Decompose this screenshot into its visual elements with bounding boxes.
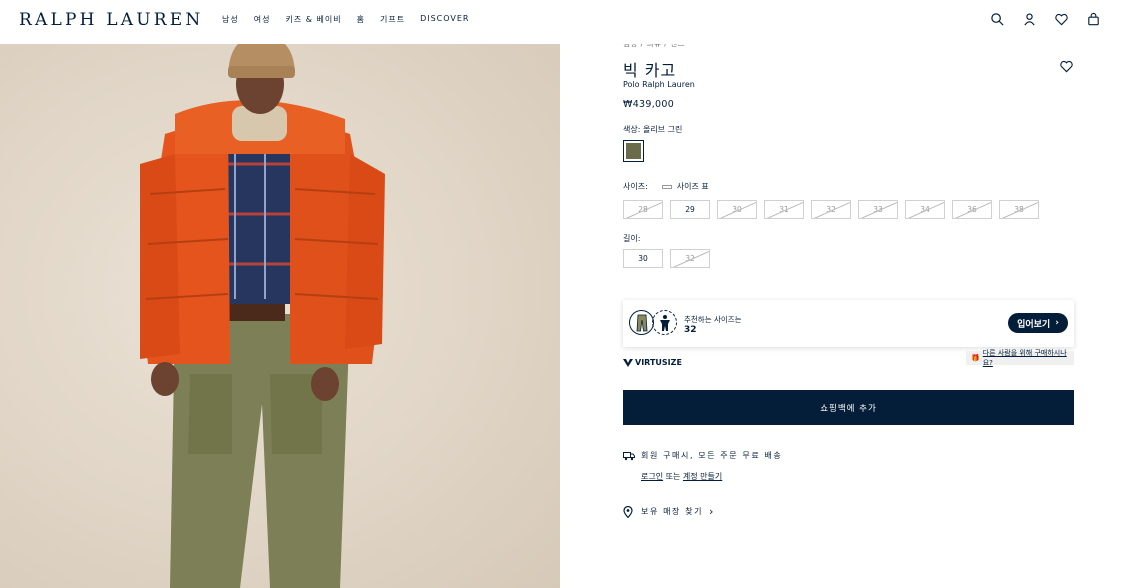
location-pin-icon [623, 505, 633, 518]
pants-icon [629, 310, 654, 335]
find-store-link[interactable]: 보유 매장 찾기 › [623, 505, 715, 518]
account-icon[interactable] [1022, 12, 1037, 27]
try-on-button[interactable]: 입어보기 › [1008, 313, 1068, 333]
gift-icon: 🎁 [971, 354, 980, 362]
try-on-label: 입어보기 [1017, 319, 1051, 330]
nav-item-discover[interactable]: DISCOVER [420, 14, 469, 25]
gift-purchase-link[interactable]: 🎁 다른 사람을 위해 구매하시나요? [966, 349, 1074, 367]
length-options: 30 32 [623, 249, 710, 268]
shipping-info: 회원 구매시, 모든 주문 무료 배송 [623, 450, 782, 461]
find-store-text: 보유 매장 찾기 [641, 507, 704, 516]
size-option[interactable]: 32 [811, 200, 851, 219]
virtusize-widget[interactable]: 추천하는 사이즈는 32 입어보기 › [623, 300, 1074, 347]
gift-purchase-text: 다른 사람을 위해 구매하시나요? [982, 349, 1067, 367]
size-option[interactable]: 29 [670, 200, 710, 219]
shipping-text: 회원 구매시, 모든 주문 무료 배송 [641, 451, 783, 460]
login-link[interactable]: 로그인 [641, 472, 663, 481]
chevron-right-icon: › [1055, 318, 1059, 328]
nav-item-gifts[interactable]: 기프트 [380, 14, 405, 25]
size-option[interactable]: 28 [623, 200, 663, 219]
header-icons [990, 12, 1101, 27]
length-option[interactable]: 32 [670, 249, 710, 268]
add-to-bag-button[interactable]: 쇼핑백에 추가 [623, 390, 1074, 425]
or-text: 또는 [665, 472, 681, 481]
virtusize-brand: VIRTUSIZE [635, 358, 682, 367]
truck-icon [623, 451, 635, 460]
nav-item-men[interactable]: 남성 [222, 14, 239, 25]
length-label: 길이: [623, 234, 641, 243]
size-chart-link[interactable]: 사이즈 표 [677, 181, 709, 192]
size-option[interactable]: 31 [764, 200, 804, 219]
product-brand: Polo Ralph Lauren [623, 80, 695, 89]
color-swatch-olive[interactable] [623, 140, 644, 162]
brand-logo[interactable]: RALPH LAUREN [19, 10, 203, 30]
recommend-size: 32 [684, 325, 697, 335]
login-prompt: 로그인 또는 계정 만들기 [641, 471, 722, 482]
product-image[interactable] [0, 44, 560, 588]
chevron-right-icon: › [709, 505, 716, 518]
body-icon [652, 310, 677, 335]
nav-item-home[interactable]: 홈 [357, 14, 365, 25]
nav-item-kids-baby[interactable]: 키즈 & 베이비 [285, 14, 341, 25]
shopping-bag-icon[interactable] [1086, 12, 1101, 27]
main-nav: 남성 여성 키즈 & 베이비 홈 기프트 DISCOVER [222, 14, 485, 25]
virtusize-icons [629, 310, 677, 335]
virtusize-logo: VIRTUSIZE [623, 358, 682, 367]
model-illustration [140, 44, 385, 588]
search-icon[interactable] [990, 12, 1005, 27]
virtusize-mark-icon [623, 358, 633, 367]
site-header: RALPH LAUREN 남성 여성 키즈 & 베이비 홈 기프트 DISCOV… [0, 0, 1125, 44]
recommend-text: 추천하는 사이즈는 [684, 315, 742, 324]
nav-item-women[interactable]: 여성 [254, 14, 271, 25]
size-label: 사이즈: [623, 182, 648, 191]
size-option[interactable]: 34 [905, 200, 945, 219]
ruler-icon [661, 184, 672, 189]
length-option[interactable]: 30 [623, 249, 663, 268]
size-option[interactable]: 38 [999, 200, 1039, 219]
add-to-wishlist-icon[interactable] [1059, 59, 1074, 74]
size-option[interactable]: 33 [858, 200, 898, 219]
product-title: 빅 카고 [623, 61, 677, 80]
wishlist-icon[interactable] [1054, 12, 1069, 27]
product-price: ₩439,000 [623, 99, 675, 110]
size-option[interactable]: 36 [952, 200, 992, 219]
size-label-row: 사이즈: 사이즈 표 [623, 181, 709, 192]
color-label: 색상: 올리브 그린 [623, 125, 683, 134]
size-options: 28 29 30 31 32 33 34 36 38 [623, 200, 1039, 219]
size-option[interactable]: 30 [717, 200, 757, 219]
swatch-fill [626, 143, 641, 159]
create-account-link[interactable]: 계정 만들기 [683, 472, 722, 481]
